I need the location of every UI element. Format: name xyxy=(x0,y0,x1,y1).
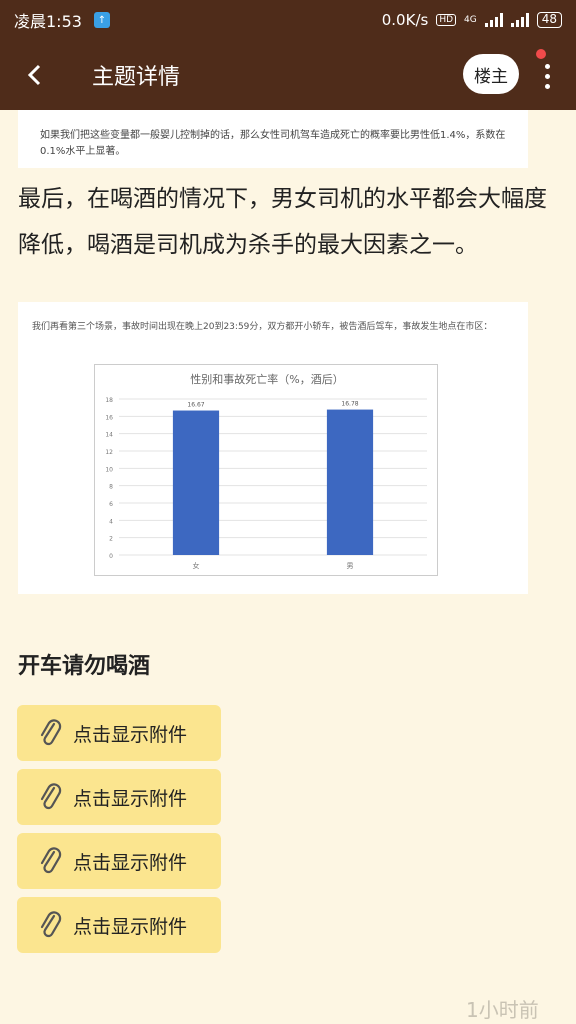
attachment-label: 点击显示附件 xyxy=(73,723,188,746)
back-button[interactable] xyxy=(0,40,70,110)
x-tick-label: 男 xyxy=(347,562,354,570)
status-time: 凌晨1:53 xyxy=(14,12,82,31)
post-chart-image[interactable]: 我们再看第三个场景，事故时间出现在晚上20到23:59分，双方都开小轿车，被告酒… xyxy=(18,302,528,594)
op-only-button[interactable]: 楼主 xyxy=(463,54,519,94)
hd-icon: HD xyxy=(436,14,457,26)
y-tick-label: 12 xyxy=(105,449,113,456)
y-tick-label: 18 xyxy=(105,397,113,404)
attachment-label: 点击显示附件 xyxy=(73,787,188,810)
chart-frame: 性别和事故死亡率（%，酒后） 0 2 4 6 8 10 12 14 16 18 16.67 女 16.78… xyxy=(94,364,438,576)
y-tick-label: 6 xyxy=(109,501,113,508)
bar xyxy=(326,409,374,555)
chart-caption: 我们再看第三个场景，事故时间出现在晚上20到23:59分，双方都开小轿车，被告酒… xyxy=(32,322,493,332)
page-title: 主题详情 xyxy=(92,65,181,90)
attachment-button[interactable]: 点击显示附件 xyxy=(17,897,221,953)
more-button[interactable] xyxy=(534,54,560,98)
post-image-top[interactable]: 如果我们把这些变量都一般婴儿控制掉的话，那么女性司机驾车造成死亡的概率要比男性低… xyxy=(18,110,528,168)
signal-icon xyxy=(484,13,503,27)
y-tick-label: 8 xyxy=(109,484,113,491)
paperclip-icon xyxy=(40,847,62,874)
post-heading: 开车请勿喝酒 xyxy=(18,654,151,679)
y-tick-label: 10 xyxy=(105,466,113,473)
attachment-button[interactable]: 点击显示附件 xyxy=(17,705,221,761)
attachment-button[interactable]: 点击显示附件 xyxy=(17,833,221,889)
y-tick-label: 4 xyxy=(109,518,113,525)
x-tick-label: 女 xyxy=(193,561,200,570)
more-dot-icon xyxy=(544,63,550,69)
post-paragraph: 最后，在喝酒的情况下，男女司机的水平都会大幅度降低，喝酒是司机成为杀手的最大因素… xyxy=(18,186,547,258)
y-tick-label: 0 xyxy=(109,553,113,560)
attachment-label: 点击显示附件 xyxy=(73,915,188,938)
network-speed: 0.0K/s xyxy=(381,11,429,29)
y-tick-label: 14 xyxy=(105,432,113,439)
chart-title: 性别和事故死亡率（%，酒后） xyxy=(190,372,343,386)
signal-icon-2 xyxy=(510,13,529,27)
paperclip-icon xyxy=(40,911,62,938)
paperclip-icon xyxy=(40,783,62,810)
y-tick-label: 2 xyxy=(109,536,113,543)
chevron-left-icon xyxy=(27,64,41,86)
network-type: 4G xyxy=(464,15,477,25)
more-dot-icon xyxy=(544,73,550,79)
bar-chart: 性别和事故死亡率（%，酒后） 0 2 4 6 8 10 12 14 16 18 16.67 女 16.78… xyxy=(105,372,427,570)
notification-dot xyxy=(536,49,546,59)
post-time: 1小时前 xyxy=(466,998,539,1022)
attachment-button[interactable]: 点击显示附件 xyxy=(17,769,221,825)
attachment-label: 点击显示附件 xyxy=(73,851,188,874)
battery-icon: 48 xyxy=(536,12,562,28)
paperclip-icon xyxy=(40,719,62,746)
more-dot-icon xyxy=(544,83,550,89)
top-bar: 主题详情 楼主 xyxy=(0,40,576,110)
status-bar: 凌晨1:53 ↑ 0.0K/s HD 4G 48 xyxy=(0,0,576,40)
image-top-text: 如果我们把这些变量都一般婴儿控制掉的话，那么女性司机驾车造成死亡的概率要比男性低… xyxy=(40,130,506,157)
bar-value-label: 16.78 xyxy=(341,401,358,408)
bar-value-label: 16.67 xyxy=(187,402,204,409)
upload-notification-icon: ↑ xyxy=(93,12,110,28)
bar xyxy=(172,410,220,555)
y-tick-label: 16 xyxy=(105,414,113,421)
